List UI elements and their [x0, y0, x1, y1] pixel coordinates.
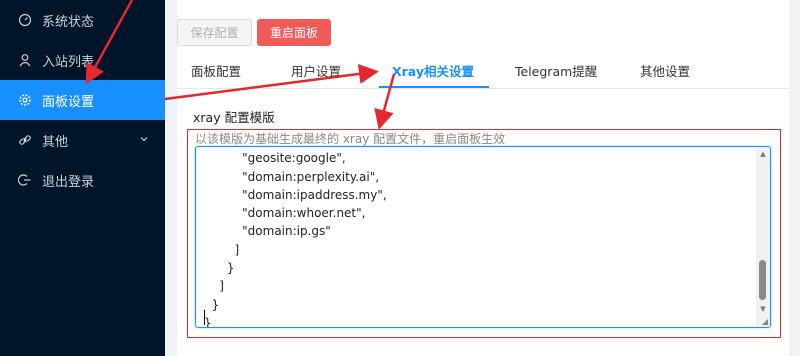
sidebar: 系统状态 入站列表 面板设置 其他 退出登录	[0, 0, 165, 356]
settings-tabs: 面板配置 用户设置 Xray相关设置 Telegram提醒 其他设置	[177, 60, 789, 89]
restart-panel-button[interactable]: 重启面板	[257, 19, 331, 46]
dashboard-icon	[18, 13, 32, 27]
section-title: xray 配置模版	[193, 110, 275, 125]
sidebar-item-logout[interactable]: 退出登录	[0, 160, 165, 200]
tab-panel-config[interactable]: 面板配置	[191, 60, 241, 88]
active-tab-indicator	[379, 86, 489, 88]
tab-user-settings[interactable]: 用户设置	[291, 60, 341, 88]
user-icon	[18, 53, 32, 67]
tab-other-settings[interactable]: 其他设置	[640, 60, 690, 88]
sidebar-item-inbounds[interactable]: 入站列表	[0, 40, 165, 80]
sidebar-item-label: 其他	[42, 134, 69, 150]
annotation-highlight-box	[187, 129, 781, 338]
chevron-down-icon	[139, 133, 149, 143]
gear-icon	[18, 93, 32, 107]
logout-icon	[18, 173, 32, 187]
link-icon	[18, 133, 32, 147]
tab-telegram[interactable]: Telegram提醒	[515, 60, 597, 88]
tab-xray-settings[interactable]: Xray相关设置	[392, 60, 474, 88]
sidebar-item-label: 系统状态	[42, 14, 95, 30]
sidebar-item-label: 入站列表	[42, 54, 95, 70]
save-button[interactable]: 保存配置	[177, 19, 252, 46]
sidebar-item-label: 面板设置	[42, 94, 95, 110]
sidebar-item-panel-settings[interactable]: 面板设置	[0, 80, 165, 120]
sidebar-item-label: 退出登录	[42, 174, 95, 190]
sidebar-item-other[interactable]: 其他	[0, 120, 165, 160]
sidebar-item-system-status[interactable]: 系统状态	[0, 0, 165, 40]
